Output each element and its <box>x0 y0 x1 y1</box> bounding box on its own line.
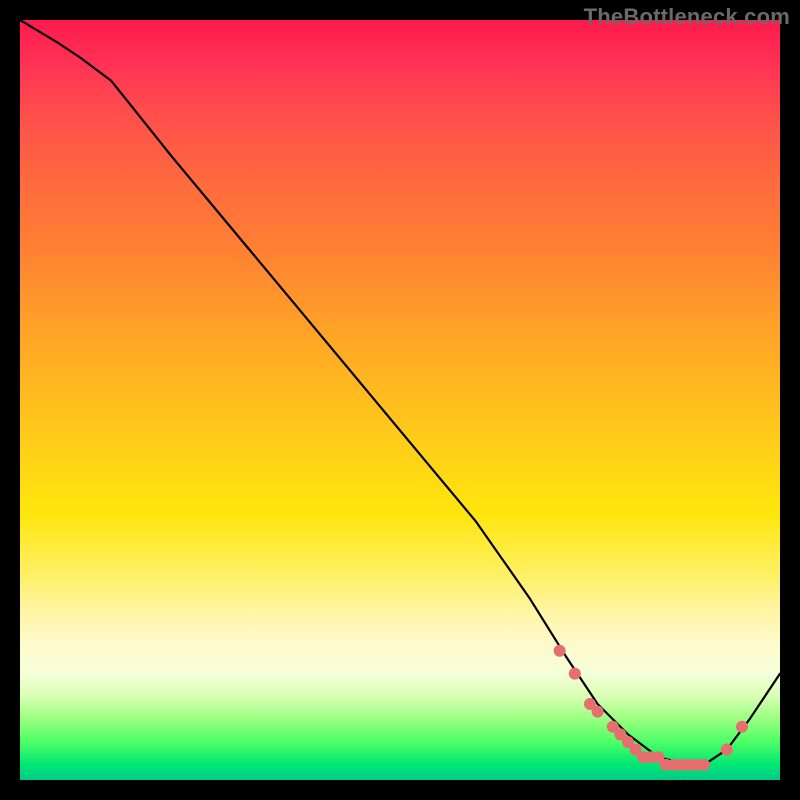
marker-dot <box>736 721 748 733</box>
watermark-text: TheBottleneck.com <box>584 4 790 30</box>
optimal-range-dots <box>554 645 748 771</box>
curve-svg <box>20 20 780 780</box>
chart-container: TheBottleneck.com <box>0 0 800 800</box>
marker-dot <box>721 744 733 756</box>
marker-dot <box>569 668 581 680</box>
bottleneck-curve <box>20 20 780 765</box>
marker-dot <box>698 759 710 771</box>
plot-area <box>20 20 780 780</box>
marker-dot <box>592 706 604 718</box>
marker-dot <box>554 645 566 657</box>
